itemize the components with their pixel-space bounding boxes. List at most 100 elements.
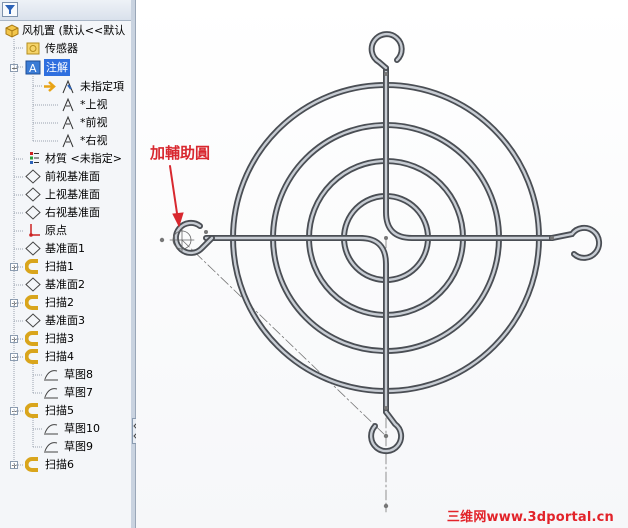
tree-item-label: 右视基准面 <box>45 206 100 219</box>
sweep-icon <box>25 295 38 310</box>
tree-item-sensors[interactable]: 传感器 <box>0 40 131 57</box>
sketch-point[interactable] <box>384 406 388 410</box>
tree-item-label: 草图8 <box>64 368 93 381</box>
tree-item-label: 基准面2 <box>45 278 85 291</box>
tree-item-origin[interactable]: 原点 <box>0 222 131 239</box>
filter-button[interactable] <box>2 2 18 17</box>
collapse-toggle[interactable]: − <box>10 407 18 416</box>
sketch-point[interactable] <box>384 236 388 240</box>
expand-toggle[interactable]: + <box>10 299 18 308</box>
tree-item-sketch10[interactable]: 草图10 <box>0 420 131 437</box>
sweep-icon <box>25 457 38 472</box>
tree-item-top-view[interactable]: *上视 <box>0 96 131 113</box>
tree-root-part[interactable]: 风机置 (默认<<默认 <box>0 22 131 39</box>
sketch-icon <box>44 424 58 435</box>
tree-item-label: 扫描3 <box>45 332 74 345</box>
sensor-icon <box>26 42 40 55</box>
sweep-icon <box>25 331 38 346</box>
tree-item-label: 前视基准面 <box>45 170 100 183</box>
tree-item-label: *右视 <box>80 134 108 147</box>
tree-item-label: 注解 <box>44 59 70 76</box>
tree-item-right-plane[interactable]: 右视基准面 <box>0 204 131 221</box>
annotation-view-icon <box>62 97 74 112</box>
sketch-point[interactable] <box>383 433 389 439</box>
sketch-icon <box>44 388 58 399</box>
svg-text:A: A <box>29 62 37 75</box>
tree-item-sketch9[interactable]: 草图9 <box>0 438 131 455</box>
auxiliary-circle-callout: 加輔助圓 <box>150 144 211 162</box>
filter-icon <box>5 5 15 14</box>
tree-item-unassigned[interactable]: 未指定項 <box>0 78 131 95</box>
annotation-icon: A <box>25 60 41 75</box>
tree-toolbar <box>0 0 131 21</box>
collapse-toggle[interactable]: − <box>10 64 18 73</box>
tree-item-sweep1[interactable]: + 扫描1 <box>0 258 131 275</box>
tree-item-label: 扫描4 <box>45 350 74 363</box>
tree-root-label: 风机置 (默认<<默认 <box>22 24 126 37</box>
tree-item-label: 草图7 <box>64 386 93 399</box>
sketch-icon <box>44 370 58 381</box>
tree-item-plane1[interactable]: 基准面1 <box>0 240 131 257</box>
annotation-arrow <box>169 165 179 221</box>
fan-guard-model[interactable] <box>136 0 628 528</box>
tree-item-sweep2[interactable]: + 扫描2 <box>0 294 131 311</box>
tree-item-label: 扫描6 <box>45 458 74 471</box>
plane-icon <box>25 277 41 292</box>
tree-item-label: 传感器 <box>45 42 78 55</box>
tree-item-right-view[interactable]: *右视 <box>0 132 131 149</box>
tree-item-label: 基准面1 <box>45 242 85 255</box>
sketch-point[interactable] <box>550 236 554 240</box>
sketch-point[interactable] <box>159 237 165 243</box>
tree-item-annotations[interactable]: − A 注解 <box>0 59 131 76</box>
tree-item-label: 扫描5 <box>45 404 74 417</box>
plane-icon <box>25 313 41 328</box>
collapse-toggle[interactable]: − <box>10 353 18 362</box>
origin-icon <box>29 224 40 237</box>
annotation-view-icon <box>62 115 74 130</box>
tree-item-front-plane[interactable]: 前视基准面 <box>0 168 131 185</box>
tree-item-top-plane[interactable]: 上视基准面 <box>0 186 131 203</box>
material-icon <box>30 152 39 164</box>
sketch-point[interactable] <box>204 230 208 234</box>
sweep-icon <box>25 259 38 274</box>
tree-item-sweep6[interactable]: + 扫描6 <box>0 456 131 473</box>
tree-item-plane3[interactable]: 基准面3 <box>0 312 131 329</box>
sketch-icon <box>44 442 58 453</box>
tree-item-label: 扫描2 <box>45 296 74 309</box>
expand-toggle[interactable]: + <box>10 335 18 344</box>
part-icon <box>5 24 19 38</box>
tree-item-front-view[interactable]: *前视 <box>0 114 131 131</box>
tree-item-sweep4[interactable]: − 扫描4 <box>0 348 131 365</box>
plane-icon <box>25 187 41 202</box>
plane-icon <box>25 169 41 184</box>
tree-item-label: 草图9 <box>64 440 93 453</box>
tree-item-label: *前视 <box>80 116 108 129</box>
expand-toggle[interactable]: + <box>10 461 18 470</box>
tree-item-label: *上视 <box>80 98 108 111</box>
tree-item-label: 上视基准面 <box>45 188 100 201</box>
tree-item-label: 原点 <box>45 224 67 237</box>
arrow-pointer-icon <box>44 81 56 92</box>
feature-manager-tree: 风机置 (默认<<默认 传感器 − A 注解 未指定項 *上视 *前视 *右视 … <box>0 0 132 528</box>
tree-item-label: 材質 <未指定> <box>45 152 122 165</box>
tree-item-sweep3[interactable]: + 扫描3 <box>0 330 131 347</box>
annotation-view-icon <box>62 79 74 94</box>
tree-item-sketch7[interactable]: 草图7 <box>0 384 131 401</box>
tree-item-plane2[interactable]: 基准面2 <box>0 276 131 293</box>
sketch-point[interactable] <box>383 503 389 509</box>
tree-item-sweep5[interactable]: − 扫描5 <box>0 402 131 419</box>
expand-toggle[interactable]: + <box>10 263 18 272</box>
graphics-viewport[interactable]: 加輔助圓 三维网www.3dportal.cn <box>136 0 628 528</box>
tree-item-label: 扫描1 <box>45 260 74 273</box>
tree-item-material[interactable]: 材質 <未指定> <box>0 150 131 167</box>
sweep-icon <box>25 403 38 418</box>
tree-item-label: 未指定項 <box>80 80 124 93</box>
tree-item-sketch8[interactable]: 草图8 <box>0 366 131 383</box>
plane-icon <box>25 205 41 220</box>
sweep-icon <box>25 349 38 364</box>
tree-item-label: 基准面3 <box>45 314 85 327</box>
tree-item-label: 草图10 <box>64 422 100 435</box>
sketch-point[interactable] <box>384 72 388 76</box>
plane-icon <box>25 241 41 256</box>
annotation-view-icon <box>62 133 74 148</box>
